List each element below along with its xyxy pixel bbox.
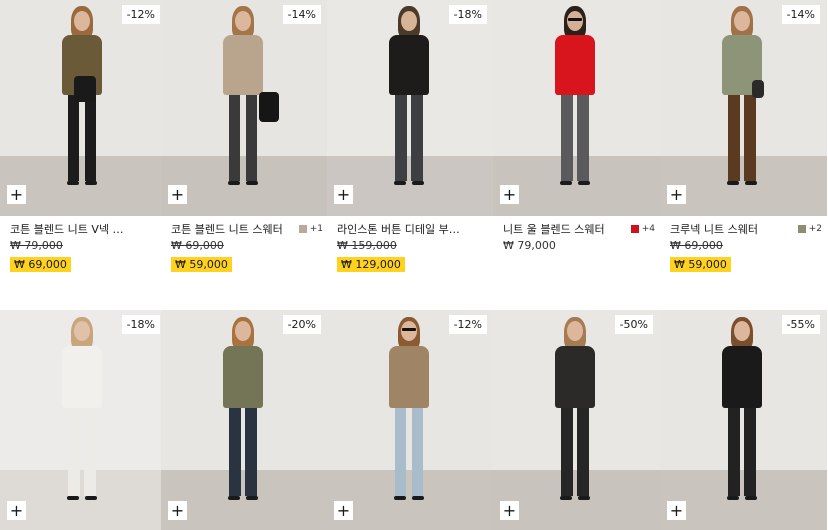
add-to-cart-icon[interactable]: + [7, 185, 26, 204]
product-image[interactable]: -14% + [161, 0, 328, 216]
add-to-cart-icon[interactable]: + [334, 185, 353, 204]
model-figure [0, 0, 167, 216]
model-figure [493, 0, 660, 216]
sale-price: ₩ 69,000 [10, 257, 71, 272]
product-info: 라인스톤 버튼 디테일 부클레 카디건 ₩ 159,000 ₩ 129,000 [337, 221, 489, 272]
product-image[interactable]: -12% + [327, 310, 494, 530]
add-to-cart-icon[interactable]: + [667, 185, 686, 204]
product-info: 크루넥 니트 스웨터 +2 ₩ 69,000 ₩ 59,000 [670, 221, 822, 272]
color-swatch[interactable]: +4 [630, 224, 655, 234]
price: ₩ 79,000 [503, 239, 556, 252]
discount-badge: -14% [282, 5, 321, 24]
original-price: ₩ 159,000 [337, 239, 397, 252]
product-card[interactable]: -55% + [660, 310, 827, 530]
product-card[interactable]: -12% + 코튼 블렌드 니트 V넥 스웨터 ₩ 79,000 ₩ 69,000 [0, 0, 167, 300]
model-figure [327, 0, 494, 216]
add-to-cart-icon[interactable]: + [168, 185, 187, 204]
discount-badge: -12% [448, 315, 487, 334]
product-card[interactable]: -18% + 라인스톤 버튼 디테일 부클레 카디건 ₩ 159,000 ₩ 129,0… [327, 0, 494, 300]
product-image[interactable]: -50% + [493, 310, 660, 530]
product-image[interactable]: + [493, 0, 660, 216]
sale-price: ₩ 59,000 [171, 257, 232, 272]
product-image[interactable]: -14% + [660, 0, 827, 216]
product-grid: -12% + 코튼 블렌드 니트 V넥 스웨터 ₩ 79,000 ₩ 69,000 -14… [0, 0, 828, 530]
discount-badge: -50% [614, 315, 653, 334]
product-card[interactable]: + 니트 울 블렌드 스웨터 +4 ₩ 79,000 [493, 0, 660, 300]
discount-badge: -18% [121, 315, 160, 334]
product-name[interactable]: 니트 울 블렌드 스웨터 [503, 221, 605, 237]
sale-price: ₩ 59,000 [670, 257, 731, 272]
add-to-cart-icon[interactable]: + [667, 501, 686, 520]
model-figure [327, 310, 494, 530]
product-card[interactable]: -50% + [493, 310, 660, 530]
product-image[interactable]: -12% + [0, 0, 167, 216]
product-card[interactable]: -14% + 코튼 블렌드 니트 스웨터 +1 ₩ 69,000 ₩ 59,000 [161, 0, 328, 300]
product-image[interactable]: -55% + [660, 310, 827, 530]
product-image[interactable]: -18% + [0, 310, 167, 530]
model-figure [0, 310, 167, 530]
product-card[interactable]: -12% + [327, 310, 494, 530]
product-card[interactable]: -18% + [0, 310, 167, 530]
product-image[interactable]: -20% + [161, 310, 328, 530]
model-figure [161, 310, 328, 530]
add-to-cart-icon[interactable]: + [500, 185, 519, 204]
add-to-cart-icon[interactable]: + [168, 501, 187, 520]
add-to-cart-icon[interactable]: + [334, 501, 353, 520]
product-card[interactable]: -14% + 크루넥 니트 스웨터 +2 ₩ 69,000 ₩ 59,000 [660, 0, 827, 300]
color-swatch[interactable]: +2 [797, 224, 822, 234]
product-name[interactable]: 라인스톤 버튼 디테일 부클레 카디건 [337, 221, 460, 237]
model-figure [493, 310, 660, 530]
product-name[interactable]: 크루넥 니트 스웨터 [670, 221, 758, 237]
original-price: ₩ 69,000 [670, 239, 723, 252]
model-figure [660, 310, 827, 530]
model-figure [161, 0, 328, 216]
product-info: 코튼 블렌드 니트 V넥 스웨터 ₩ 79,000 ₩ 69,000 [10, 221, 162, 272]
discount-badge: -20% [282, 315, 321, 334]
add-to-cart-icon[interactable]: + [500, 501, 519, 520]
product-name[interactable]: 코튼 블렌드 니트 스웨터 [171, 221, 283, 237]
discount-badge: -14% [781, 5, 820, 24]
product-card[interactable]: -20% + [161, 310, 328, 530]
product-image[interactable]: -18% + [327, 0, 494, 216]
product-name[interactable]: 코튼 블렌드 니트 V넥 스웨터 [10, 221, 133, 237]
product-info: 코튼 블렌드 니트 스웨터 +1 ₩ 69,000 ₩ 59,000 [171, 221, 323, 272]
product-info: 니트 울 블렌드 스웨터 +4 ₩ 79,000 [503, 221, 655, 253]
add-to-cart-icon[interactable]: + [7, 501, 26, 520]
discount-badge: -18% [448, 5, 487, 24]
model-figure [660, 0, 827, 216]
sale-price: ₩ 129,000 [337, 257, 405, 272]
original-price: ₩ 69,000 [171, 239, 224, 252]
color-swatch[interactable]: +1 [298, 224, 323, 234]
discount-badge: -12% [121, 5, 160, 24]
discount-badge: -55% [781, 315, 820, 334]
original-price: ₩ 79,000 [10, 239, 63, 252]
